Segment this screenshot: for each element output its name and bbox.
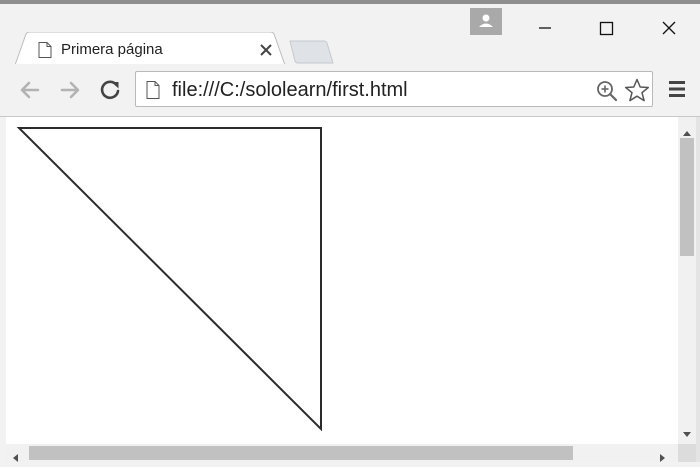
canvas-drawing	[16, 127, 322, 432]
window-close-button[interactable]	[646, 8, 692, 38]
maximize-icon	[599, 21, 614, 36]
url-text[interactable]: file:///C:/sololearn/first.html	[172, 79, 408, 102]
horizontal-scrollbar[interactable]	[6, 444, 678, 462]
maximize-button[interactable]	[584, 8, 630, 38]
tab-primera-pagina[interactable]: Primera página	[14, 32, 286, 68]
vertical-scroll-thumb[interactable]	[680, 138, 694, 256]
profile-icon	[479, 14, 493, 27]
tab-title: Primera página	[61, 41, 163, 58]
close-icon	[662, 21, 676, 35]
horizontal-scroll-thumb[interactable]	[29, 446, 573, 460]
page-icon	[146, 81, 160, 104]
scrollbar-corner	[678, 444, 696, 462]
window-bottom-border	[0, 462, 700, 467]
reload-icon	[100, 80, 120, 100]
page-viewport	[6, 117, 678, 444]
title-bar: Primera página	[0, 4, 700, 68]
page-icon	[38, 42, 52, 58]
minimize-icon	[539, 27, 551, 29]
zoom-in-icon[interactable]	[596, 80, 618, 107]
back-button[interactable]	[16, 76, 44, 104]
arrow-left-icon	[20, 81, 40, 99]
arrow-right-icon	[60, 81, 80, 99]
browser-window: Primera página file:///C:/sololearn/firs…	[0, 0, 700, 467]
vertical-scrollbar[interactable]	[678, 117, 696, 444]
window-right-border	[696, 117, 700, 467]
star-icon[interactable]	[624, 78, 650, 107]
hamburger-menu-icon[interactable]	[667, 79, 687, 104]
browser-toolbar: file:///C:/sololearn/first.html	[0, 64, 700, 117]
profile-button[interactable]	[470, 8, 502, 35]
drawn-triangle	[16, 127, 322, 432]
minimize-button[interactable]	[522, 8, 568, 38]
forward-button[interactable]	[56, 76, 84, 104]
address-bar[interactable]: file:///C:/sololearn/first.html	[135, 71, 653, 107]
reload-button[interactable]	[96, 76, 124, 104]
scroll-down-arrow-icon[interactable]	[683, 425, 691, 443]
close-icon[interactable]	[257, 41, 275, 59]
